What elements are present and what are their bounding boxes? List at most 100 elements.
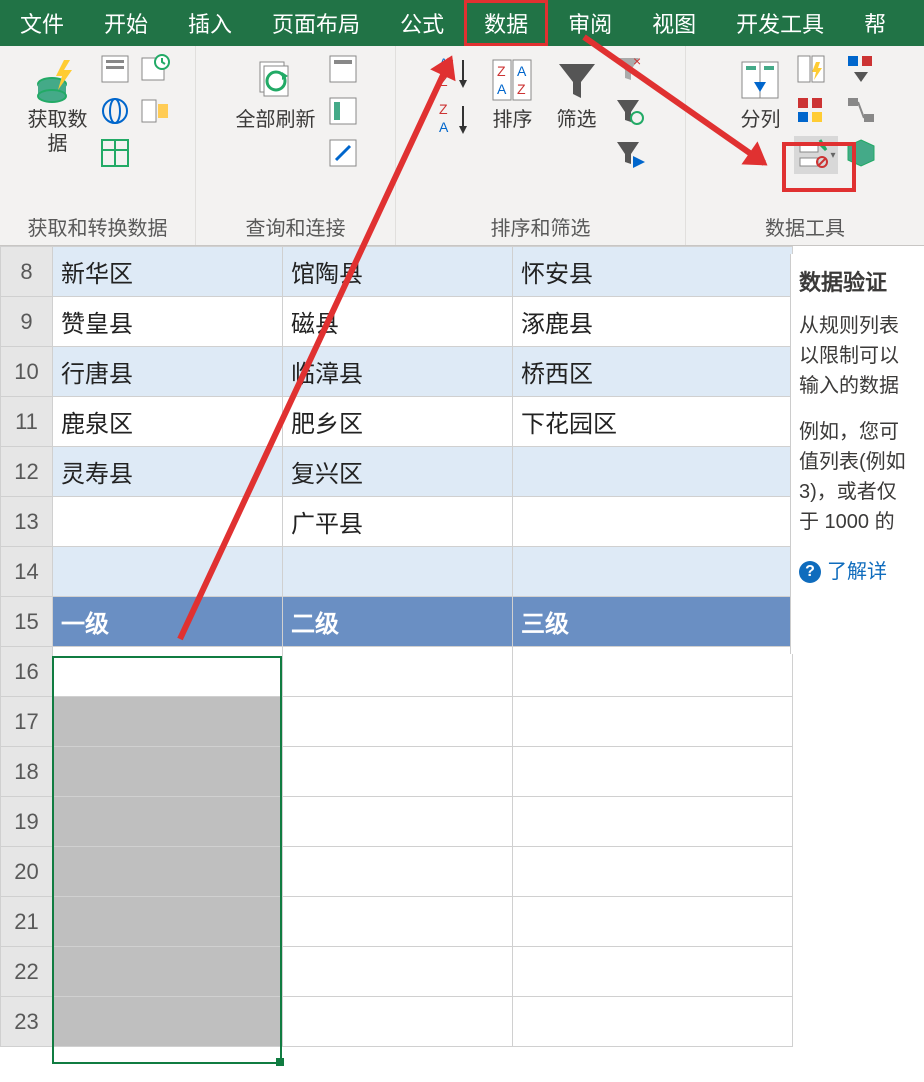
cell[interactable]: 赞皇县: [53, 297, 283, 347]
from-table-icon[interactable]: [98, 136, 132, 170]
tab-file[interactable]: 文件: [0, 0, 84, 46]
cell[interactable]: [53, 747, 283, 797]
cell[interactable]: 涿鹿县: [513, 297, 793, 347]
tab-formulas[interactable]: 公式: [380, 0, 464, 46]
consolidate-icon[interactable]: [844, 52, 878, 86]
cell[interactable]: [53, 847, 283, 897]
cell[interactable]: [53, 897, 283, 947]
cell[interactable]: [53, 497, 283, 547]
refresh-all-button[interactable]: 全部刷新: [232, 52, 320, 170]
cell[interactable]: 灵寿县: [53, 447, 283, 497]
cell[interactable]: [513, 647, 793, 697]
cell[interactable]: [283, 697, 513, 747]
properties-icon[interactable]: [326, 94, 360, 128]
text-to-columns-button[interactable]: 分列: [732, 52, 788, 174]
row-header[interactable]: 9: [1, 297, 53, 347]
cell[interactable]: 一级: [53, 597, 283, 647]
from-web-icon[interactable]: [98, 94, 132, 128]
row-header[interactable]: 20: [1, 847, 53, 897]
queries-connections-icon[interactable]: [326, 52, 360, 86]
tab-developer[interactable]: 开发工具: [716, 0, 844, 46]
cell[interactable]: [283, 997, 513, 1047]
existing-connections-icon[interactable]: [138, 94, 172, 128]
cell[interactable]: [53, 947, 283, 997]
advanced-filter-icon[interactable]: [613, 136, 647, 170]
cell[interactable]: [513, 947, 793, 997]
cell[interactable]: 下花园区: [513, 397, 793, 447]
row-header[interactable]: 12: [1, 447, 53, 497]
cell[interactable]: [513, 447, 793, 497]
row-header[interactable]: 15: [1, 597, 53, 647]
cell[interactable]: [283, 847, 513, 897]
selection-fill-handle[interactable]: [276, 1058, 284, 1066]
cell[interactable]: 磁县: [283, 297, 513, 347]
tab-help[interactable]: 帮: [844, 0, 906, 46]
cell[interactable]: [513, 747, 793, 797]
sort-button[interactable]: ZAAZ 排序: [485, 52, 541, 136]
cell[interactable]: [513, 797, 793, 847]
clear-filter-icon[interactable]: ×: [613, 52, 647, 86]
cell[interactable]: [283, 747, 513, 797]
cell[interactable]: [53, 547, 283, 597]
remove-duplicates-icon[interactable]: [794, 94, 828, 128]
tab-page-layout[interactable]: 页面布局: [252, 0, 380, 46]
cell[interactable]: [53, 997, 283, 1047]
row-header[interactable]: 23: [1, 997, 53, 1047]
cell[interactable]: 复兴区: [283, 447, 513, 497]
row-header[interactable]: 14: [1, 547, 53, 597]
row-header[interactable]: 16: [1, 647, 53, 697]
cell[interactable]: [53, 697, 283, 747]
tooltip-learn-more-link[interactable]: ? 了解详: [799, 557, 916, 587]
row-header[interactable]: 10: [1, 347, 53, 397]
cell[interactable]: [283, 947, 513, 997]
sort-az-icon[interactable]: AZ: [435, 52, 477, 94]
edit-links-icon[interactable]: [326, 136, 360, 170]
cell[interactable]: 肥乡区: [283, 397, 513, 447]
filter-button[interactable]: 筛选: [549, 52, 605, 136]
reapply-icon[interactable]: [613, 94, 647, 128]
cell[interactable]: 馆陶县: [283, 247, 513, 297]
tab-data[interactable]: 数据: [464, 0, 548, 46]
cell[interactable]: 行唐县: [53, 347, 283, 397]
cell[interactable]: [513, 497, 793, 547]
relationships-icon[interactable]: [844, 94, 878, 128]
manage-data-model-icon[interactable]: [844, 136, 878, 170]
flash-fill-icon[interactable]: [794, 52, 828, 86]
row-header[interactable]: 19: [1, 797, 53, 847]
data-validation-button[interactable]: ▾: [794, 136, 837, 174]
row-header[interactable]: 8: [1, 247, 53, 297]
tab-review[interactable]: 审阅: [548, 0, 632, 46]
sheet-grid[interactable]: 8新华区馆陶县怀安县9赞皇县磁县涿鹿县10行唐县临漳县桥西区11鹿泉区肥乡区下花…: [0, 246, 793, 1047]
cell[interactable]: 二级: [283, 597, 513, 647]
row-header[interactable]: 17: [1, 697, 53, 747]
cell[interactable]: [513, 897, 793, 947]
cell[interactable]: [283, 547, 513, 597]
row-header[interactable]: 11: [1, 397, 53, 447]
cell[interactable]: [513, 697, 793, 747]
cell[interactable]: 鹿泉区: [53, 397, 283, 447]
cell[interactable]: 三级: [513, 597, 793, 647]
cell[interactable]: [53, 797, 283, 847]
cell[interactable]: 桥西区: [513, 347, 793, 397]
cell[interactable]: [53, 647, 283, 697]
from-text-icon[interactable]: [98, 52, 132, 86]
row-header[interactable]: 18: [1, 747, 53, 797]
tab-insert[interactable]: 插入: [168, 0, 252, 46]
cell[interactable]: 怀安县: [513, 247, 793, 297]
recent-sources-icon[interactable]: [138, 52, 172, 86]
get-data-button[interactable]: 获取数 据: [24, 52, 92, 170]
cell[interactable]: [283, 647, 513, 697]
tab-home[interactable]: 开始: [84, 0, 168, 46]
row-header[interactable]: 22: [1, 947, 53, 997]
sort-za-icon[interactable]: ZA: [435, 98, 477, 140]
cell[interactable]: [283, 797, 513, 847]
cell[interactable]: [513, 997, 793, 1047]
tab-view[interactable]: 视图: [632, 0, 716, 46]
cell[interactable]: [283, 897, 513, 947]
row-header[interactable]: 13: [1, 497, 53, 547]
cell[interactable]: [513, 847, 793, 897]
cell[interactable]: 新华区: [53, 247, 283, 297]
row-header[interactable]: 21: [1, 897, 53, 947]
cell[interactable]: [513, 547, 793, 597]
cell[interactable]: 广平县: [283, 497, 513, 547]
